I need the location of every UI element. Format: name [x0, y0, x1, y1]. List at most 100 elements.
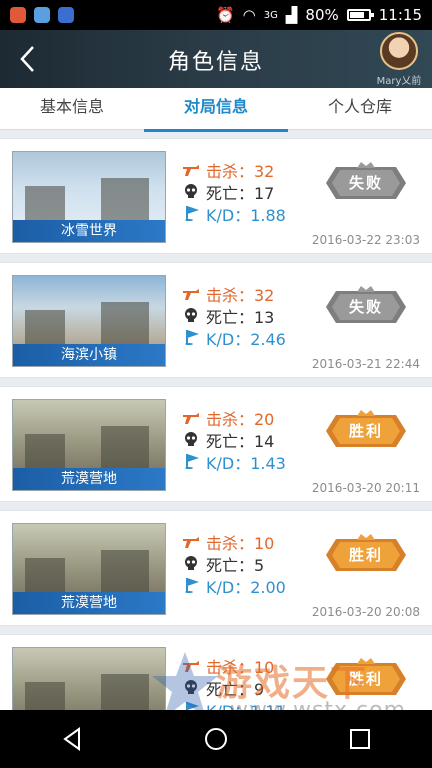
clock: 11:15	[378, 6, 422, 24]
skull-icon	[182, 307, 200, 329]
kill-stat: 击杀：32	[182, 285, 322, 307]
wifi-icon: ◠	[242, 6, 256, 24]
kd-ratio: K/D：1.88	[206, 206, 286, 225]
match-card[interactable]: 海滨小镇 击杀：32 死亡：13 K/D：2.46 失败 2016-03-21 …	[0, 262, 432, 378]
tab-bar: 基本信息 对局信息 个人仓库	[0, 88, 432, 132]
kill-count: 击杀：10	[206, 658, 275, 677]
skull-icon	[182, 679, 200, 701]
kd-ratio: K/D：2.00	[206, 578, 286, 597]
death-count: 死亡：13	[206, 308, 275, 327]
username: Mary乂前	[376, 76, 422, 87]
death-stat: 死亡：13	[182, 307, 322, 329]
kill-stat: 击杀：10	[182, 533, 322, 555]
map-name: 冰雪世界	[13, 220, 165, 242]
death-count: 死亡：17	[206, 184, 275, 203]
map-name: 荒漠营地	[13, 468, 165, 490]
match-date: 2016-03-21 22:44	[311, 357, 420, 371]
kd-stat: K/D：1.88	[182, 205, 322, 227]
nav-recents-icon[interactable]	[340, 719, 380, 759]
match-card[interactable]: 荒漠营地 击杀：20 死亡：14 K/D：1.43 胜利 2016-03-20 …	[0, 386, 432, 502]
crown-icon	[357, 410, 375, 416]
kd-stat: K/D：2.46	[182, 329, 322, 351]
kill-count: 击杀：32	[206, 162, 275, 181]
kd-stat: K/D：2.00	[182, 577, 322, 599]
result-label: 胜利	[348, 422, 383, 440]
match-stats: 击杀：32 死亡：13 K/D：2.46	[182, 285, 322, 351]
match-date: 2016-03-22 23:03	[311, 233, 420, 247]
death-stat: 死亡：17	[182, 183, 322, 205]
kill-stat: 击杀：32	[182, 161, 322, 183]
gun-icon	[182, 533, 200, 555]
tab-personal-storage[interactable]: 个人仓库	[288, 88, 432, 129]
user-profile[interactable]: Mary乂前	[374, 32, 424, 88]
app-header: 角色信息 Mary乂前	[0, 30, 432, 88]
nav-home-icon[interactable]	[196, 719, 236, 759]
match-stats: 击杀：32 死亡：17 K/D：1.88	[182, 161, 322, 227]
flag-icon	[182, 577, 200, 599]
flag-icon	[182, 205, 200, 227]
page-title: 角色信息	[167, 50, 264, 75]
crown-icon	[357, 658, 375, 664]
avatar[interactable]	[380, 32, 418, 70]
cloud-notification-icon	[34, 7, 50, 23]
flag-icon	[182, 329, 200, 351]
kill-count: 击杀：10	[206, 534, 275, 553]
match-card[interactable]: 冰雪世界 击杀：32 死亡：17 K/D：1.88 失败 2016-03-22 …	[0, 138, 432, 254]
death-stat: 死亡：5	[182, 555, 322, 577]
death-count: 死亡：14	[206, 432, 275, 451]
death-stat: 死亡：14	[182, 431, 322, 453]
system-nav-bar	[0, 710, 432, 768]
gun-icon	[182, 657, 200, 679]
map-name: 海滨小镇	[13, 344, 165, 366]
map-name: 荒漠营地	[13, 592, 165, 614]
kill-stat: 击杀：10	[182, 657, 322, 679]
kill-count: 击杀：32	[206, 286, 275, 305]
tab-match-info[interactable]: 对局信息	[144, 88, 288, 132]
network-type: 3G	[263, 9, 278, 21]
gun-icon	[182, 285, 200, 307]
skull-icon	[182, 555, 200, 577]
death-stat: 死亡：9	[182, 679, 322, 701]
app-notification-icon-2	[58, 7, 74, 23]
map-thumbnail: 海滨小镇	[12, 275, 166, 367]
kill-count: 击杀：20	[206, 410, 275, 429]
battery-icon	[346, 9, 374, 21]
map-thumbnail: 冰雪世界	[12, 151, 166, 243]
tab-basic-info[interactable]: 基本信息	[0, 88, 144, 129]
kd-ratio: K/D：1.43	[206, 454, 286, 473]
alarm-icon: ⏰	[215, 6, 235, 24]
nav-back-icon[interactable]	[52, 719, 92, 759]
status-bar: ⏰ ◠ 3G ▟ 80% 11:15	[0, 0, 432, 30]
result-badge: 胜利	[326, 407, 406, 455]
result-badge: 失败	[326, 283, 406, 331]
flag-icon	[182, 453, 200, 475]
kd-ratio: K/D：2.46	[206, 330, 286, 349]
signal-icon: ▟	[285, 6, 298, 24]
kd-stat: K/D：1.43	[182, 453, 322, 475]
result-label: 失败	[348, 298, 383, 316]
result-label: 胜利	[348, 670, 383, 688]
match-card[interactable]: 荒漠营地 击杀：10 死亡：5 K/D：2.00 胜利 2016-03-20 2…	[0, 510, 432, 626]
skull-icon	[182, 183, 200, 205]
crown-icon	[357, 162, 375, 168]
map-thumbnail: 荒漠营地	[12, 399, 166, 491]
gun-icon	[182, 161, 200, 183]
result-badge: 胜利	[326, 655, 406, 703]
crown-icon	[357, 534, 375, 540]
match-date: 2016-03-20 20:11	[311, 481, 420, 495]
battery-percent: 80%	[305, 6, 339, 24]
result-badge: 胜利	[326, 531, 406, 579]
app-notification-icon	[10, 7, 26, 23]
result-label: 失败	[348, 174, 383, 192]
crown-icon	[357, 286, 375, 292]
match-date: 2016-03-20 20:08	[311, 605, 420, 619]
match-stats: 击杀：20 死亡：14 K/D：1.43	[182, 409, 322, 475]
kill-stat: 击杀：20	[182, 409, 322, 431]
death-count: 死亡：9	[206, 680, 265, 699]
map-thumbnail: 荒漠营地	[12, 523, 166, 615]
result-label: 胜利	[348, 546, 383, 564]
match-stats: 击杀：10 死亡：5 K/D：2.00	[182, 533, 322, 599]
gun-icon	[182, 409, 200, 431]
death-count: 死亡：5	[206, 556, 265, 575]
notification-icons	[10, 7, 74, 23]
